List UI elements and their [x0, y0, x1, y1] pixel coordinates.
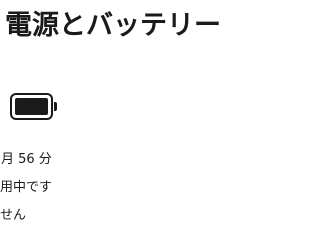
battery-remaining-time: 月 56 分 [1, 152, 52, 167]
battery-level-fill [15, 98, 48, 115]
battery-terminal [54, 102, 57, 111]
battery-status-note: せん [0, 208, 27, 223]
battery-usage-state: 用中です [0, 180, 53, 195]
battery-icon [10, 93, 58, 120]
battery-body [10, 93, 53, 120]
page-title: 電源とバッテリー [5, 10, 221, 41]
